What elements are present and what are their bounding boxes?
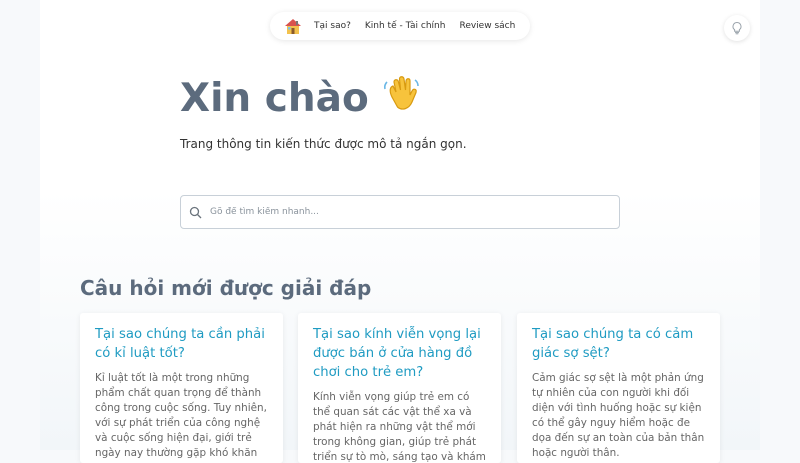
page-subtitle: Trang thông tin kiến thức được mô tả ngắ… (180, 137, 467, 151)
theme-toggle-button[interactable] (724, 15, 750, 41)
page-title: Xin chào (180, 73, 421, 125)
search-box[interactable] (180, 195, 620, 229)
top-nav: Tại sao? Kinh tế - Tài chính Review sách (270, 12, 530, 40)
waving-hand-icon (381, 73, 421, 125)
card-excerpt: Kỉ luật tốt là một trong những phẩm chất… (95, 372, 267, 459)
search-input[interactable] (208, 206, 612, 218)
section-title: Câu hỏi mới được giải đáp (80, 276, 372, 300)
nav-link-economy-finance[interactable]: Kinh tế - Tài chính (365, 21, 446, 31)
question-card[interactable]: Tại sao kính viễn vọng lại được bán ở cử… (298, 313, 501, 463)
page-title-text: Xin chào (180, 76, 369, 121)
question-card[interactable]: Tại sao chúng ta cần phải có kỉ luật tốt… (80, 313, 283, 463)
question-cards: Tại sao chúng ta cần phải có kỉ luật tốt… (80, 313, 720, 463)
card-excerpt: Kính viễn vọng giúp trẻ em có thể quan s… (313, 391, 486, 463)
question-card[interactable]: Tại sao chúng ta có cảm giác sợ sệt? Cảm… (517, 313, 720, 463)
card-excerpt: Cảm giác sợ sệt là một phản ứng tự nhiên… (532, 372, 705, 459)
card-title-link[interactable]: Tại sao chúng ta cần phải có kỉ luật tốt… (95, 325, 268, 363)
card-title-link[interactable]: Tại sao kính viễn vọng lại được bán ở cử… (313, 325, 486, 382)
nav-link-book-review[interactable]: Review sách (459, 21, 515, 31)
nav-link-why[interactable]: Tại sao? (314, 21, 351, 31)
card-title-link[interactable]: Tại sao chúng ta có cảm giác sợ sệt? (532, 325, 705, 363)
search-icon (189, 206, 202, 218)
house-icon[interactable] (284, 17, 302, 35)
lightbulb-icon (732, 21, 742, 35)
